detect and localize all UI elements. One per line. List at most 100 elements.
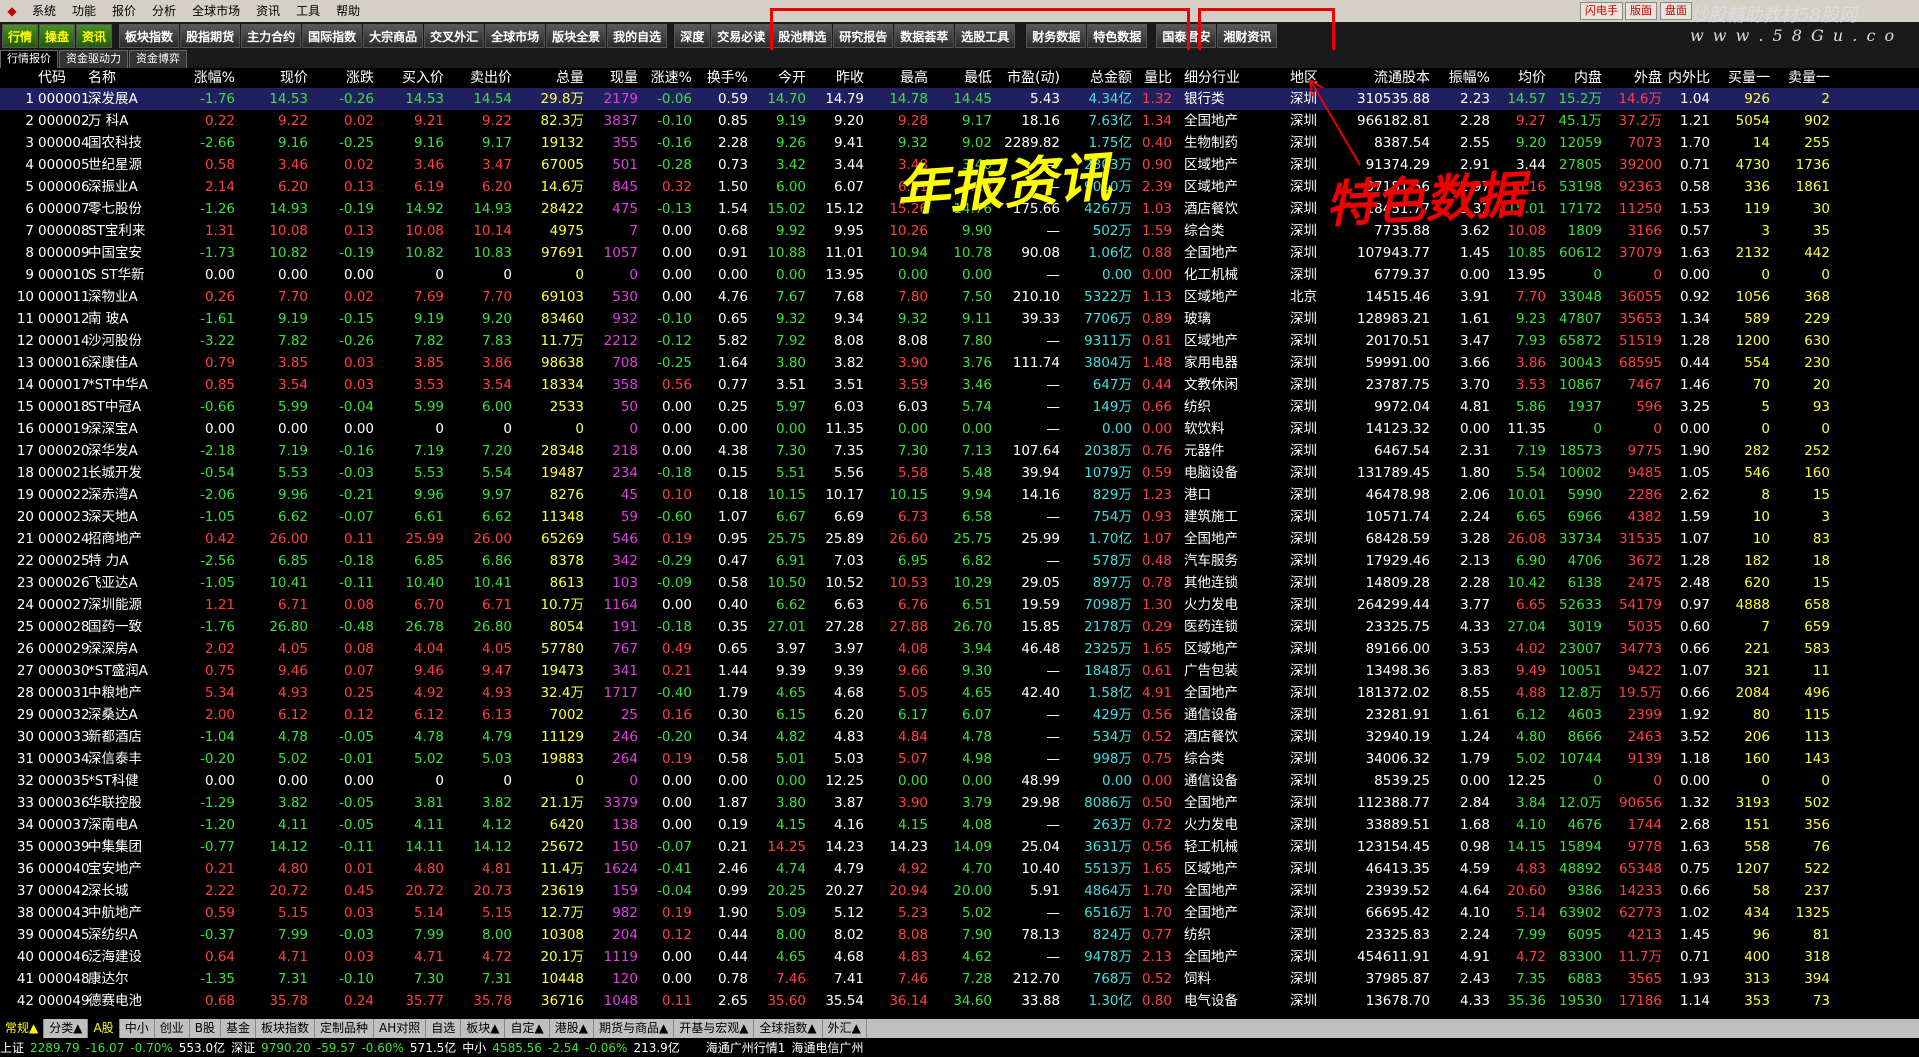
bottom-tab[interactable]: 外汇▲ [823,1019,867,1038]
table-row[interactable]: 24 000027 深圳能源 1.21 6.71 0.08 6.70 6.71 10.7万 116… [0,594,1919,616]
menu-system[interactable]: 系统 [24,0,64,22]
table-row[interactable]: 14 000017 *ST中华A 0.85 3.54 0.03 3.53 3.54 18334 3… [0,374,1919,396]
table-row[interactable]: 7 000008 ST宝利来 1.31 10.08 0.13 10.08 10.14 4975 7… [0,220,1919,242]
table-row[interactable]: 26 000029 深深房A 2.02 4.05 0.08 4.04 4.05 57780 767… [0,638,1919,660]
bottom-tab[interactable]: B股 [190,1019,221,1038]
bottom-tab[interactable]: 中小 [120,1019,155,1038]
table-row[interactable]: 20 000023 深天地A -1.05 6.62 -0.07 6.61 6.62 11348 5… [0,506,1919,528]
menu-function[interactable]: 功能 [64,0,104,22]
bottom-tab[interactable]: 常规▲ [0,1019,45,1038]
bottom-tab[interactable]: 分类▲ [44,1019,89,1038]
table-row[interactable]: 30 000033 新都酒店 -1.04 4.78 -0.05 4.78 4.79 11129 2… [0,726,1919,748]
bottom-tab[interactable]: 定制品种 [315,1019,374,1038]
column-header[interactable]: 振幅% [1430,68,1490,88]
table-row[interactable]: 34 000037 深南电A -1.20 4.11 -0.05 4.11 4.12 6420 13… [0,814,1919,836]
bottom-tab[interactable]: 开基与宏观▲ [674,1019,755,1038]
column-header[interactable]: 市盈(动) [990,68,1060,88]
table-row[interactable]: 19 000022 深赤湾A -2.06 9.96 -0.21 9.96 9.97 8276 45… [0,484,1919,506]
column-header[interactable]: 内盘 [1546,68,1602,88]
table-row[interactable]: 13 000016 深康佳A 0.79 3.85 0.03 3.85 3.86 98638 708… [0,352,1919,374]
bottom-tab[interactable]: 港股▲ [550,1019,594,1038]
tab-sector-index[interactable]: 板块指数 [119,24,180,48]
table-row[interactable]: 27 000030 *ST盛润A 0.75 9.46 0.07 9.46 9.47 19473 3… [0,660,1919,682]
bottom-tab[interactable]: AH对照 [374,1019,427,1038]
tab-financial-data[interactable]: 财务数据 [1026,24,1087,48]
column-header[interactable]: 昨收 [806,68,864,88]
table-row[interactable]: 18 000021 长城开发 -0.54 5.53 -0.03 5.53 5.54 19487 2… [0,462,1919,484]
menu-global-market[interactable]: 全球市场 [184,0,248,22]
tab-stock-screener[interactable]: 选股工具 [955,24,1016,48]
table-row[interactable]: 2 000002 万 科A 0.22 9.22 0.02 9.21 9.22 82.3万 3837… [0,110,1919,132]
table-row[interactable]: 15 000018 ST中冠A -0.66 5.99 -0.04 5.99 6.00 2533 5… [0,396,1919,418]
column-header[interactable]: 内外比 [1660,68,1710,88]
bottom-tab[interactable]: 自选 [426,1019,462,1038]
tab-xiangcai-info[interactable]: 湘财资讯 [1217,24,1278,48]
table-row[interactable]: 23 000026 飞亚达A -1.05 10.41 -0.11 10.40 10.41 861… [0,572,1919,594]
subtab-fund-drive[interactable]: 资金驱动力 [59,50,128,68]
bottom-tab[interactable]: 自定▲ [505,1019,550,1038]
column-header[interactable]: 卖出价 [444,68,512,88]
flash-trade-button[interactable]: 闪电手 [1580,2,1623,20]
server-1[interactable]: 海通广州行情1 [706,1039,786,1056]
menu-tools[interactable]: 工具 [288,0,328,22]
table-row[interactable]: 33 000036 华联控股 -1.29 3.82 -0.05 3.81 3.82 21.1万 3… [0,792,1919,814]
column-header[interactable]: 总量 [512,68,584,88]
tab-index-futures[interactable]: 股指期货 [180,24,241,48]
table-row[interactable]: 16 000019 深深宝A 0.00 0.00 0.00 0 0 0 0 0.00 0.00 0.00… [0,418,1919,440]
table-row[interactable]: 22 000025 特 力A -2.56 6.85 -0.18 6.85 6.86 8378 34… [0,550,1919,572]
table-row[interactable]: 11 000012 南 玻A -1.61 9.19 -0.15 9.19 9.20 83460 9… [0,308,1919,330]
tab-cross-fx[interactable]: 交叉外汇 [424,24,485,48]
server-2[interactable]: 海通电信广州 [791,1039,863,1056]
column-header[interactable]: 均价 [1490,68,1546,88]
column-header[interactable]: 涨跌 [308,68,374,88]
column-header[interactable]: 最低 [928,68,992,88]
panel-button[interactable]: 盘面 [1660,2,1692,20]
table-row[interactable]: 8 000009 中国宝安 -1.73 10.82 -0.19 10.82 10.83 9769… [0,242,1919,264]
tab-depth[interactable]: 深度 [674,24,711,48]
column-header[interactable]: 总金额 [1060,68,1132,88]
table-row[interactable]: 17 000020 深华发A -2.18 7.19 -0.16 7.19 7.20 28348 2… [0,440,1919,462]
table-row[interactable]: 42 000049 德赛电池 0.68 35.78 0.24 35.77 35.78 36716… [0,990,1919,1012]
menu-info[interactable]: 资讯 [248,0,288,22]
table-row[interactable]: 41 000048 康达尔 -1.35 7.31 -0.10 7.30 7.31 10448 12… [0,968,1919,990]
column-header[interactable]: 涨幅% [160,68,235,88]
column-header[interactable]: 买量一 [1710,68,1770,88]
table-row[interactable]: 21 000024 招商地产 0.42 26.00 0.11 25.99 26.00 65269… [0,528,1919,550]
column-header[interactable]: 今开 [748,68,806,88]
column-header[interactable]: 名称 [88,68,160,88]
column-header[interactable]: 最高 [864,68,928,88]
tab-global-market[interactable]: 全球市场 [485,24,546,48]
table-row[interactable]: 32 000035 *ST科健 0.00 0.00 0.00 0 0 0 0 0.00 0.00 0.0… [0,770,1919,792]
tab-guotai-junan[interactable]: 国泰君安 [1156,24,1217,48]
tab-data-hub[interactable]: 数据荟萃 [894,24,955,48]
tab-sector-panorama[interactable]: 版块全景 [546,24,607,48]
table-row[interactable]: 36 000040 宝安地产 0.21 4.80 0.01 4.80 4.81 11.4万 162… [0,858,1919,880]
table-row[interactable]: 9 000010 S ST华新 0.00 0.00 0.00 0 0 0 0 0.00 0.00 0.0… [0,264,1919,286]
table-row[interactable]: 39 000045 深纺织A -0.37 7.99 -0.03 7.99 8.00 10308 2… [0,924,1919,946]
bottom-tab[interactable]: 创业 [155,1019,190,1038]
subtab-fund-game[interactable]: 资金博弈 [129,50,187,68]
tab-stock-pool[interactable]: 股池精选 [772,24,833,48]
bottom-tab[interactable]: A股 [88,1019,120,1038]
tab-commodities[interactable]: 大宗商品 [363,24,424,48]
menu-quote[interactable]: 报价 [104,0,144,22]
subtab-quotes[interactable]: 行情报价 [0,50,58,68]
tab-trade[interactable]: 操盘 [39,24,76,48]
bottom-tab[interactable]: 全球指数▲ [754,1019,823,1038]
tab-main-contract[interactable]: 主力合约 [241,24,302,48]
table-row[interactable]: 35 000039 中集集团 -0.77 14.12 -0.11 14.11 14.12 256… [0,836,1919,858]
column-header[interactable]: 涨速% [638,68,692,88]
tab-intl-index[interactable]: 国际指数 [302,24,363,48]
menu-help[interactable]: 帮助 [328,0,368,22]
bottom-tab[interactable]: 板块▲ [461,1019,506,1038]
table-row[interactable]: 29 000032 深桑达A 2.00 6.12 0.12 6.12 6.13 7002 25 0.… [0,704,1919,726]
column-header[interactable]: 外盘 [1602,68,1662,88]
table-row[interactable]: 40 000046 泛海建设 0.64 4.71 0.03 4.71 4.72 20.1万 111… [0,946,1919,968]
layout-button[interactable]: 版面 [1625,2,1657,20]
table-row[interactable]: 37 000042 深长城 2.22 20.72 0.45 20.72 20.73 23619 1… [0,880,1919,902]
table-row[interactable]: 1 000001 深发展A -1.76 14.53 -0.26 14.53 14.54 29.8… [0,88,1919,110]
bottom-tab[interactable]: 板块指数 [256,1019,315,1038]
table-row[interactable]: 12 000014 沙河股份 -3.22 7.82 -0.26 7.82 7.83 11.7万 2… [0,330,1919,352]
tab-trading-must-read[interactable]: 交易必读 [711,24,772,48]
tab-featured-data[interactable]: 特色数据 [1087,24,1148,48]
